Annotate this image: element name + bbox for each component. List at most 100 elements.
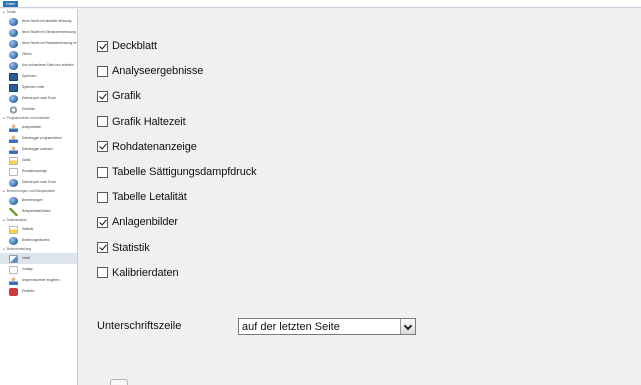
sidebar-item-label: Neue Studie mit Rohdatenmessung einladen: [22, 40, 77, 45]
sidebar-item-label: Bedienungshinweis: [22, 237, 50, 242]
sidebar: ▴ Studie Neue Studie mit aktueller Messung…: [0, 9, 78, 385]
collapse-arrow-icon[interactable]: ▴: [3, 246, 5, 253]
sidebar-item[interactable]: Öffnen: [0, 49, 77, 60]
globe-icon: [9, 39, 18, 48]
option-row[interactable]: Grafik: [97, 89, 141, 103]
sidebar-item-label: Öffnen: [22, 51, 32, 56]
wrench-icon: [9, 207, 18, 216]
option-row[interactable]: Anlagenbilder: [97, 215, 178, 229]
option-row[interactable]: Kalibrierdaten: [97, 266, 179, 280]
sidebar-item-label: Grafik: [22, 157, 31, 162]
sidebar-item-label: Beispieldaten/Daten: [22, 208, 51, 213]
option-checkbox[interactable]: [97, 65, 108, 77]
gear-icon: [9, 105, 18, 114]
bottom-control[interactable]: [110, 379, 128, 385]
option-row[interactable]: Tabelle Sättigungsdampfdruck: [97, 165, 257, 179]
sidebar-item[interactable]: Beispieldaten/Daten: [0, 206, 77, 217]
sidebar-item[interactable]: Datenlogger programmieren: [0, 133, 77, 144]
option-checkbox[interactable]: [97, 191, 108, 203]
sidebar-item-label: Erstellen: [22, 288, 35, 293]
sidebar-section-header[interactable]: ▴ Berichterstellung: [0, 246, 77, 253]
sidebar-item[interactable]: Ansprechpartner eingeben: [0, 275, 77, 286]
sidebar-item-label: Datenexport nach Excel: [22, 179, 56, 184]
sidebar-item[interactable]: Erstellen: [0, 286, 77, 297]
option-row[interactable]: Grafik Haltezeit: [97, 115, 186, 129]
sidebar-item[interactable]: Neue Studie mit Rohdatenmessung einladen: [0, 38, 77, 49]
sidebar-item[interactable]: Statistik: [0, 224, 77, 235]
option-checkbox[interactable]: [97, 90, 108, 102]
person-icon: [9, 145, 18, 154]
sidebar-section-title: Programmieren und Auslesen: [6, 116, 51, 120]
sidebar-item-label: Datenexport nach Excel: [22, 95, 56, 100]
option-label: Grafik Haltezeit: [112, 115, 186, 128]
option-row[interactable]: Deckblatt: [97, 39, 157, 53]
sidebar-item[interactable]: Grafik: [0, 155, 77, 166]
sidebar-item-label: Statistik: [22, 226, 34, 231]
globe-icon: [9, 236, 18, 245]
sidebar-item-label: Datenlogger auslesen: [22, 146, 54, 151]
option-row[interactable]: Analyseergebnisse: [97, 64, 203, 78]
sidebar-item[interactable]: Neue Studie mit aktueller Messung: [0, 16, 77, 27]
option-label: Tabelle Letalität: [112, 191, 187, 204]
person-icon: [9, 276, 18, 285]
sidebar-item-label: Neue Studie mit Stichprobenmessung: [22, 29, 76, 34]
sidebar-item-label: Rohdatenanzeige: [22, 168, 47, 173]
signature-line-select[interactable]: auf der letzten Seite: [238, 318, 416, 335]
globe-icon: [9, 50, 18, 59]
sidebar-section-header[interactable]: ▴ Datenanalyse: [0, 217, 77, 224]
sidebar-item[interactable]: Datenlogger auslesen: [0, 144, 77, 155]
doc-icon: [9, 167, 18, 176]
sidebar-item[interactable]: Inhalt: [0, 253, 77, 264]
sidebar-item-label: Ansprechpartner eingeben: [22, 277, 60, 282]
collapse-arrow-icon[interactable]: ▴: [3, 217, 5, 224]
sidebar-item-label: Berechnungen: [22, 197, 43, 202]
collapse-arrow-icon[interactable]: ▴: [3, 188, 5, 195]
sidebar-item-label: Analysedaten: [22, 124, 42, 129]
sidebar-section-header[interactable]: ▴ Studie: [0, 9, 77, 16]
doc-icon: [9, 265, 18, 274]
file-menu-button[interactable]: Datei: [3, 1, 18, 7]
person-icon: [9, 123, 18, 132]
sidebar-item-label: Inhalt: [22, 255, 30, 260]
option-checkbox[interactable]: [97, 267, 108, 279]
option-checkbox[interactable]: [97, 116, 108, 128]
globe-icon: [9, 196, 18, 205]
option-row[interactable]: Rohdatenanzeige: [97, 140, 197, 154]
option-row[interactable]: Tabelle Letalität: [97, 190, 187, 204]
sidebar-item[interactable]: Aus vorhandener Datei neu erstellen: [0, 60, 77, 71]
option-checkbox[interactable]: [97, 166, 108, 178]
sidebar-item[interactable]: Vorlage: [0, 264, 77, 275]
option-checkbox[interactable]: [97, 216, 108, 228]
sidebar-item-label: Speichern: [22, 73, 37, 78]
option-label: Kalibrierdaten: [112, 266, 179, 279]
option-label: Rohdatenanzeige: [112, 140, 197, 153]
sidebar-item[interactable]: Einheiten: [0, 104, 77, 115]
option-checkbox[interactable]: [97, 141, 108, 153]
globe-icon: [9, 178, 18, 187]
sidebar-item[interactable]: Speichern: [0, 71, 77, 82]
option-label: Tabelle Sättigungsdampfdruck: [112, 166, 257, 178]
title-bar: Datei: [0, 0, 641, 8]
sidebar-item[interactable]: Analysedaten: [0, 122, 77, 133]
chevron-down-icon[interactable]: [400, 319, 415, 334]
sidebar-section-header[interactable]: ▴ Programmieren und Auslesen: [0, 115, 77, 122]
sidebar-item[interactable]: Bedienungshinweis: [0, 235, 77, 246]
sidebar-item[interactable]: Rohdatenanzeige: [0, 166, 77, 177]
sig-icon: [9, 254, 18, 263]
option-checkbox[interactable]: [97, 242, 108, 254]
sidebar-section-title: Berechnungen und Beispieldaten: [6, 189, 56, 193]
sidebar-item[interactable]: Speichern unter: [0, 82, 77, 93]
signature-line-value: auf der letzten Seite: [242, 320, 340, 333]
chart-icon: [9, 156, 18, 165]
collapse-arrow-icon[interactable]: ▴: [3, 9, 5, 16]
sidebar-item[interactable]: Datenexport nach Excel: [0, 93, 77, 104]
collapse-arrow-icon[interactable]: ▴: [3, 115, 5, 122]
option-checkbox[interactable]: [97, 40, 108, 52]
sidebar-item-label: Speichern unter: [22, 84, 45, 89]
sidebar-item[interactable]: Neue Studie mit Stichprobenmessung: [0, 27, 77, 38]
sidebar-section-header[interactable]: ▴ Berechnungen und Beispieldaten: [0, 188, 77, 195]
sidebar-item[interactable]: Datenexport nach Excel: [0, 177, 77, 188]
option-row[interactable]: Statistik: [97, 241, 150, 255]
sidebar-item[interactable]: Berechnungen: [0, 195, 77, 206]
sidebar-item-label: Aus vorhandener Datei neu erstellen: [22, 62, 74, 67]
